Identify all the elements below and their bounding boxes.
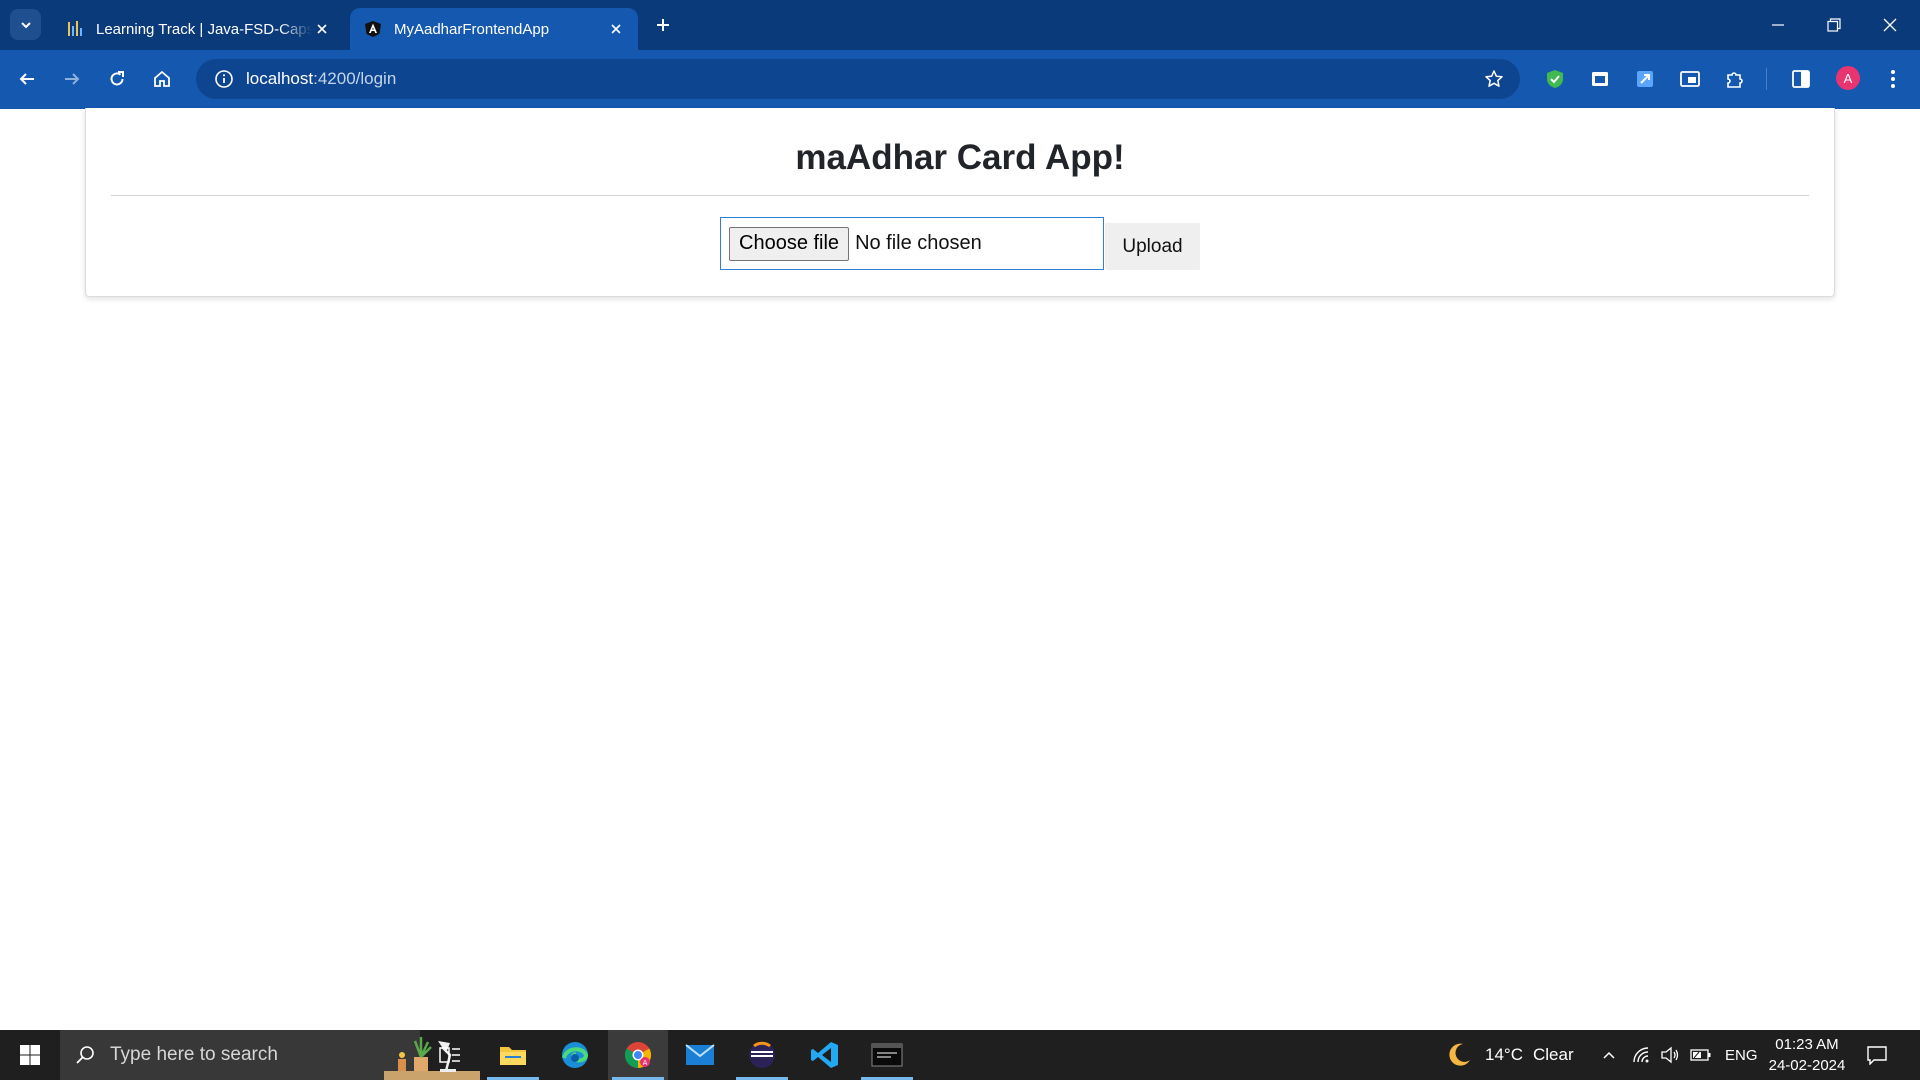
weather-widget[interactable]: 14°C Clear [1445,1030,1574,1080]
clock-time: 01:23 AM [1775,1036,1839,1053]
mysql-app[interactable] [857,1030,917,1080]
page-title: maAdhar Card App! [795,138,1125,177]
mail-app[interactable] [670,1030,730,1080]
taskbar: Type here to search A 14°C Clear ENG 01:… [0,1030,1920,1080]
restore-button[interactable] [1806,0,1862,50]
task-view-icon [439,1047,460,1063]
picture-in-picture-icon[interactable] [1675,64,1705,94]
moon-icon [1449,1043,1470,1066]
plus-icon [657,19,669,31]
toolbar-separator [1766,68,1767,90]
file-status-text: No file chosen [855,232,982,254]
clock-date: 24-02-2024 [1768,1057,1846,1074]
reload-icon [110,71,124,86]
folder-icon [500,1047,526,1065]
address-bar[interactable]: localhost:4200/login [196,59,1520,99]
divider [111,195,1809,196]
close-icon[interactable] [312,19,332,39]
url-text: localhost:4200/login [246,69,396,89]
arrow-right-icon [65,73,80,85]
tab-bar: Learning Track | Java-FSD-Capst MyAadhar… [0,0,1920,50]
file-explorer-app[interactable] [483,1030,543,1080]
url-path: :4200/login [313,69,397,88]
close-window-button[interactable] [1862,0,1918,50]
chart-bars-icon [66,20,84,38]
more-menu-icon[interactable] [1878,64,1908,94]
profile-avatar[interactable]: A [1836,66,1860,90]
notification-icon [1867,1046,1887,1065]
back-button[interactable] [10,62,44,96]
edge-icon [562,1042,589,1068]
close-icon[interactable] [606,19,626,39]
vscode-app[interactable] [795,1030,855,1080]
tab-title: Learning Track | Java-FSD-Capst [96,20,312,38]
system-clock[interactable]: 01:23 AM 24-02-2024 [1762,1034,1852,1076]
window-extension-icon[interactable] [1585,64,1615,94]
tab-learning-track[interactable]: Learning Track | Java-FSD-Capst [52,8,344,50]
search-placeholder: Type here to search [110,1044,278,1065]
chrome-icon: A [624,1042,652,1069]
angular-icon [364,20,382,38]
mysql-terminal-icon [871,1043,903,1067]
tab-search-button[interactable] [10,9,41,40]
bookmark-star-icon[interactable] [1480,65,1508,93]
resize-extension-icon[interactable] [1630,64,1660,94]
site-info-icon[interactable] [204,59,244,99]
vscode-icon [811,1042,838,1068]
battery-icon [1690,1049,1711,1061]
home-button[interactable] [145,62,179,96]
file-input[interactable]: Choose file No file chosen [720,217,1104,270]
tab-title: MyAadharFrontendApp [394,20,550,38]
battery-status[interactable] [1690,1030,1712,1080]
speaker-icon [1661,1046,1679,1064]
tab-my-aadhar-frontend[interactable]: MyAadharFrontendApp [350,8,638,50]
forward-button[interactable] [55,62,89,96]
weather-temp: 14°C [1485,1045,1523,1064]
windows-logo-icon [20,1045,40,1065]
minimize-icon [1772,24,1784,26]
chevron-up-icon [1603,1051,1615,1059]
eclipse-icon [749,1041,775,1068]
network-status[interactable] [1632,1030,1652,1080]
arrow-left-icon [19,73,34,85]
reload-button[interactable] [100,62,134,96]
svg-text:A: A [643,1059,648,1067]
minimize-button[interactable] [1750,0,1806,50]
upload-card: maAdhar Card App! Choose file No file ch… [85,108,1835,297]
wifi-icon [1633,1047,1649,1063]
eclipse-app[interactable] [732,1030,792,1080]
close-icon [1883,18,1897,32]
notification-center-button[interactable] [1862,1040,1892,1070]
chevron-down-icon [20,21,31,28]
edge-app[interactable] [545,1030,605,1080]
taskbar-search[interactable]: Type here to search [60,1030,480,1080]
language-indicator[interactable]: ENG [1725,1030,1758,1080]
shield-extension-icon[interactable] [1540,64,1570,94]
home-icon [154,70,170,87]
start-button[interactable] [0,1030,60,1080]
extensions-puzzle-icon[interactable] [1720,64,1750,94]
task-view-button[interactable] [420,1030,480,1080]
volume-control[interactable] [1660,1030,1680,1080]
upload-button[interactable]: Upload [1105,223,1200,270]
browser-toolbar: localhost:4200/login A [0,50,1920,109]
show-hidden-icons[interactable] [1601,1030,1617,1080]
side-panel-icon[interactable] [1786,64,1816,94]
url-host: localhost [246,69,314,88]
restore-icon [1827,18,1841,32]
search-icon [60,1030,110,1080]
choose-file-button[interactable]: Choose file [729,226,850,261]
chrome-app[interactable]: A [608,1030,668,1080]
weather-desc: Clear [1532,1045,1574,1064]
mail-icon [685,1044,715,1065]
new-tab-button[interactable] [650,12,676,38]
